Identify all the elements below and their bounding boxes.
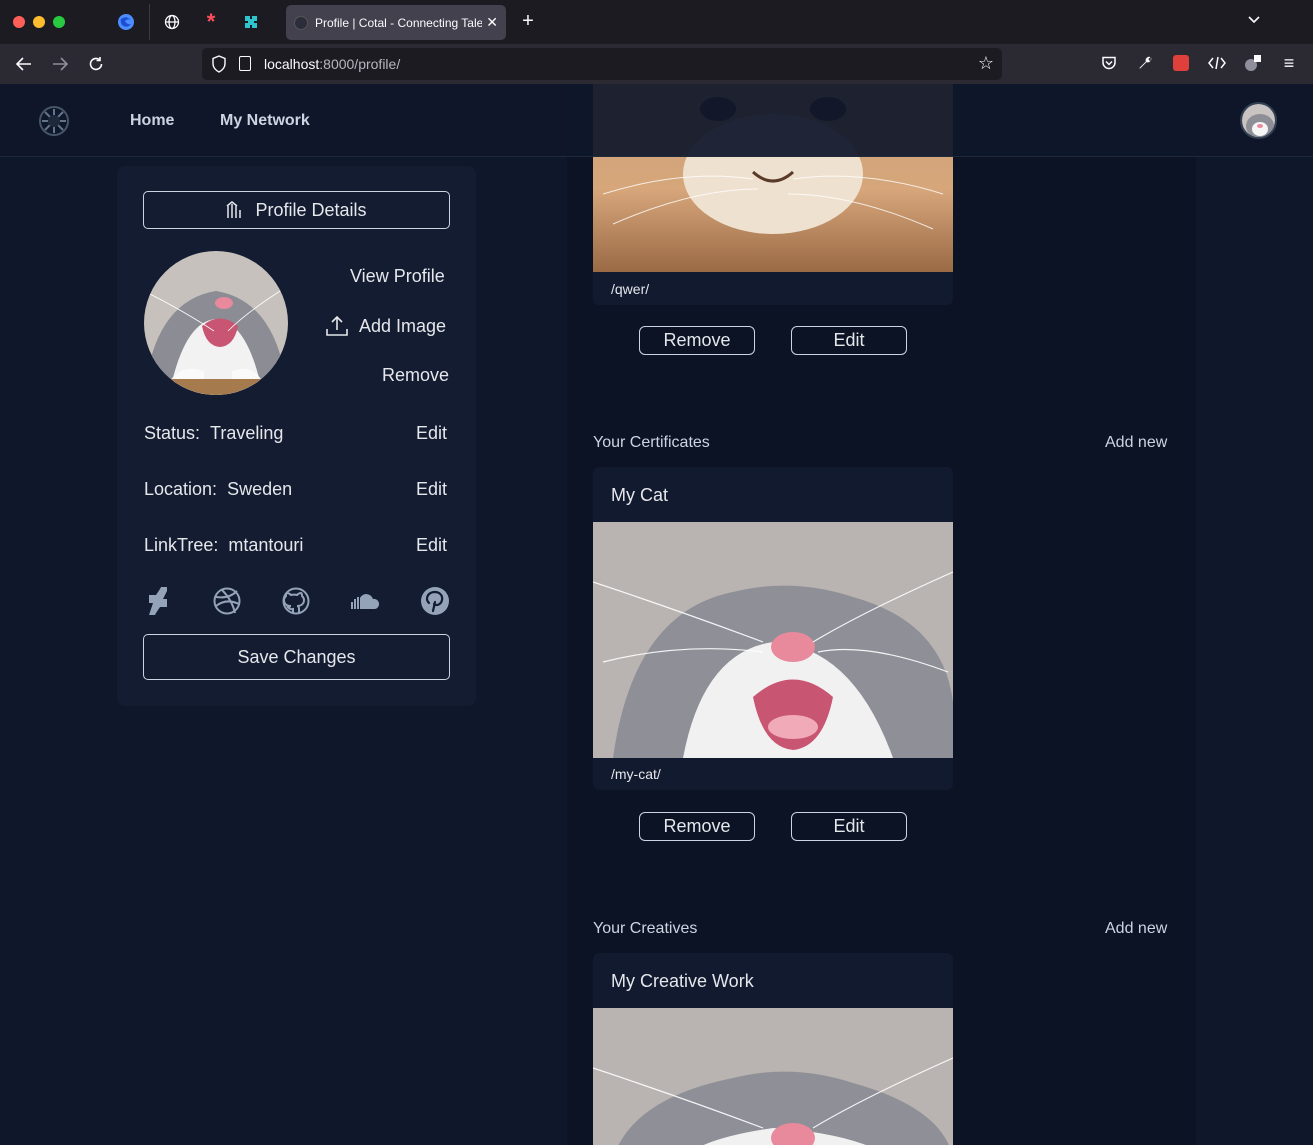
asterisk-icon[interactable]: * bbox=[199, 9, 223, 34]
certificate-card: My Cat /my-cat/ bbox=[593, 467, 953, 790]
certificate-cat-image bbox=[593, 522, 953, 758]
deviantart-icon[interactable] bbox=[143, 586, 173, 616]
logo-icon[interactable] bbox=[38, 105, 70, 137]
creative-title: My Creative Work bbox=[611, 971, 754, 991]
linktree-edit-link[interactable]: Edit bbox=[416, 535, 447, 556]
reload-icon[interactable] bbox=[84, 52, 108, 76]
forward-arrow-icon[interactable] bbox=[48, 52, 72, 76]
remove-image-link[interactable]: Remove bbox=[382, 365, 449, 386]
status-field: Status: Traveling bbox=[144, 423, 284, 443]
project-slug: /qwer/ bbox=[611, 281, 650, 297]
soundcloud-icon[interactable] bbox=[350, 586, 380, 616]
new-tab-icon[interactable]: + bbox=[518, 10, 538, 33]
creative-cat-image bbox=[593, 1008, 953, 1145]
dribbble-icon[interactable] bbox=[212, 586, 242, 616]
add-image-button[interactable]: Add Image bbox=[325, 314, 446, 338]
browser-tab-bar: * Profile | Cotal - Connecting Tale ✕ + bbox=[0, 0, 1313, 44]
certificate-remove-button[interactable]: Remove bbox=[639, 812, 755, 841]
shield-icon[interactable] bbox=[211, 55, 227, 73]
url-text[interactable]: localhost:8000/profile/ bbox=[264, 56, 400, 72]
save-changes-button[interactable]: Save Changes bbox=[143, 634, 450, 680]
profile-details-icon bbox=[227, 201, 242, 218]
certificates-add-new-link[interactable]: Add new bbox=[1105, 434, 1167, 452]
tab-close-icon[interactable]: ✕ bbox=[486, 14, 498, 31]
certificate-title: My Cat bbox=[611, 485, 669, 505]
profile-details-label: Profile Details bbox=[255, 199, 367, 220]
pocket-icon[interactable] bbox=[1098, 52, 1120, 74]
window-close-button[interactable] bbox=[13, 16, 25, 28]
creative-card: My Creative Work bbox=[593, 953, 953, 1145]
wrench-icon[interactable] bbox=[1134, 52, 1156, 74]
status-value: Traveling bbox=[210, 423, 284, 443]
page-info-icon[interactable] bbox=[239, 56, 251, 71]
profile-details-button[interactable]: Profile Details bbox=[143, 191, 450, 229]
upload-icon bbox=[326, 315, 348, 336]
tab-title: Profile | Cotal - Connecting Tale bbox=[315, 15, 483, 30]
page-viewport: /qwer/ Remove Edit Your Certificates Add… bbox=[0, 84, 1313, 1145]
nav-home-link[interactable]: Home bbox=[130, 112, 174, 130]
puzzle-tab-icon[interactable] bbox=[239, 10, 263, 34]
certificate-edit-button[interactable]: Edit bbox=[791, 812, 907, 841]
window-maximize-button[interactable] bbox=[53, 16, 65, 28]
certificates-section-title: Your Certificates bbox=[593, 434, 710, 451]
user-avatar[interactable] bbox=[1240, 102, 1277, 139]
pinterest-icon[interactable] bbox=[420, 586, 450, 616]
linktree-value: mtantouri bbox=[228, 535, 304, 555]
window-minimize-button[interactable] bbox=[33, 16, 45, 28]
extensions-icon[interactable] bbox=[1242, 52, 1264, 74]
nav-my-network-link[interactable]: My Network bbox=[220, 112, 310, 130]
app-navbar: Home My Network bbox=[0, 84, 1313, 157]
view-profile-link[interactable]: View Profile bbox=[350, 266, 445, 287]
address-bar[interactable]: localhost:8000/profile/ ☆ bbox=[202, 48, 1002, 80]
back-arrow-icon[interactable] bbox=[12, 52, 36, 76]
firefox-view-icon[interactable] bbox=[114, 10, 138, 34]
project-remove-button[interactable]: Remove bbox=[639, 326, 755, 355]
active-browser-tab[interactable]: Profile | Cotal - Connecting Tale ✕ bbox=[286, 5, 506, 40]
bookmark-star-icon[interactable]: ☆ bbox=[978, 53, 994, 74]
creatives-add-new-link[interactable]: Add new bbox=[1105, 920, 1167, 938]
github-icon[interactable] bbox=[281, 586, 311, 616]
extension-red-icon[interactable] bbox=[1170, 52, 1192, 74]
profile-avatar bbox=[144, 251, 288, 395]
add-image-label: Add Image bbox=[359, 315, 447, 336]
location-edit-link[interactable]: Edit bbox=[416, 479, 447, 500]
linktree-field: LinkTree: mtantouri bbox=[144, 535, 304, 555]
location-value: Sweden bbox=[227, 479, 293, 499]
chevron-down-icon[interactable] bbox=[1247, 12, 1261, 28]
hamburger-menu-icon[interactable]: ≡ bbox=[1278, 52, 1300, 74]
certificate-slug: /my-cat/ bbox=[611, 766, 661, 782]
location-field: Location: Sweden bbox=[144, 479, 293, 499]
project-edit-button[interactable]: Edit bbox=[791, 326, 907, 355]
code-brackets-icon[interactable] bbox=[1206, 52, 1228, 74]
globe-icon[interactable] bbox=[160, 10, 184, 34]
creatives-section-title: Your Creatives bbox=[593, 920, 698, 937]
tab-favicon-icon bbox=[294, 15, 308, 30]
tab-separator bbox=[149, 4, 150, 40]
status-edit-link[interactable]: Edit bbox=[416, 423, 447, 444]
